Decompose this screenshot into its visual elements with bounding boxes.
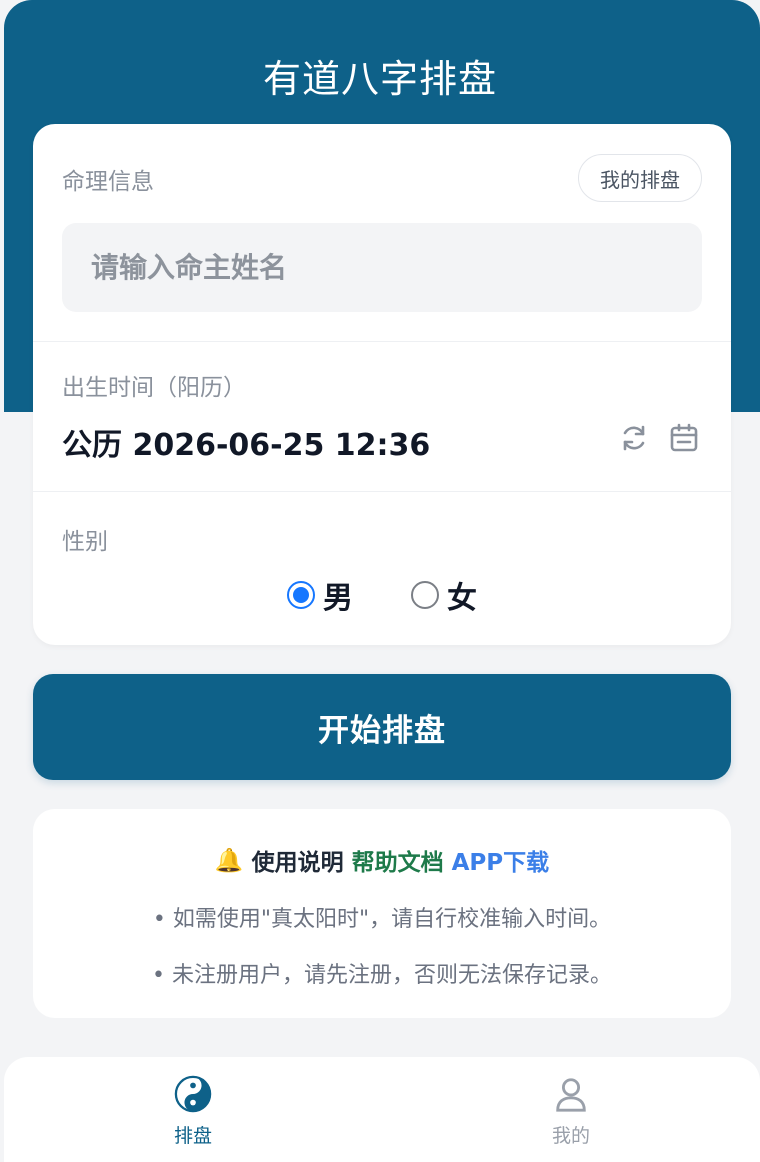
form-card: 命理信息 我的排盘 出生时间（阳历） 公历 2026-06-25 12:36 性… (33, 124, 731, 645)
note-item: • 未注册用户，请先注册，否则无法保存记录。 (152, 963, 612, 988)
info-section-label: 命理信息 (62, 169, 154, 195)
gender-label-male: 男 (323, 581, 353, 616)
help-docs-link[interactable]: 帮助文档 (352, 843, 444, 877)
app-download-link[interactable]: APP下载 (452, 843, 550, 877)
tab-label: 我的 (551, 1125, 590, 1147)
tab-paipan[interactable]: 排盘 (133, 1075, 253, 1148)
gender-radio-group: 男 女 (33, 572, 731, 618)
name-input[interactable] (62, 223, 702, 312)
birth-section-label: 出生时间（阳历） (62, 375, 246, 401)
yin-yang-icon (174, 1075, 212, 1113)
app-title: 有道八字排盘 (262, 57, 497, 101)
divider (33, 491, 731, 492)
tab-label: 排盘 (173, 1125, 212, 1147)
divider (33, 341, 731, 342)
instructions-header: 🔔 使用说明 帮助文档 APP下载 (33, 843, 731, 877)
calendar-icon[interactable] (666, 420, 702, 456)
gender-option-female[interactable]: 女 (411, 572, 477, 618)
refresh-icon[interactable] (616, 420, 652, 456)
radio-male[interactable] (287, 581, 315, 609)
bottom-tab-bar: 排盘 我的 (4, 1057, 760, 1162)
instructions-title: 使用说明 (251, 850, 344, 876)
bell-icon: 🔔 (214, 847, 244, 874)
note-item: • 如需使用"真太阳时"，请自行校准输入时间。 (152, 907, 612, 932)
user-icon (556, 1078, 586, 1112)
birth-time-value[interactable]: 公历 2026-06-25 12:36 (62, 420, 430, 464)
gender-option-male[interactable]: 男 (287, 572, 353, 618)
gender-label-female: 女 (447, 581, 477, 616)
my-chart-button[interactable]: 我的排盘 (578, 154, 702, 202)
tab-mine[interactable]: 我的 (511, 1075, 631, 1148)
start-chart-button[interactable]: 开始排盘 (33, 674, 731, 780)
radio-female[interactable] (411, 581, 439, 609)
instructions-card: 🔔 使用说明 帮助文档 APP下载 • 如需使用"真太阳时"，请自行校准输入时间… (33, 809, 731, 1018)
gender-section-label: 性别 (62, 529, 108, 555)
